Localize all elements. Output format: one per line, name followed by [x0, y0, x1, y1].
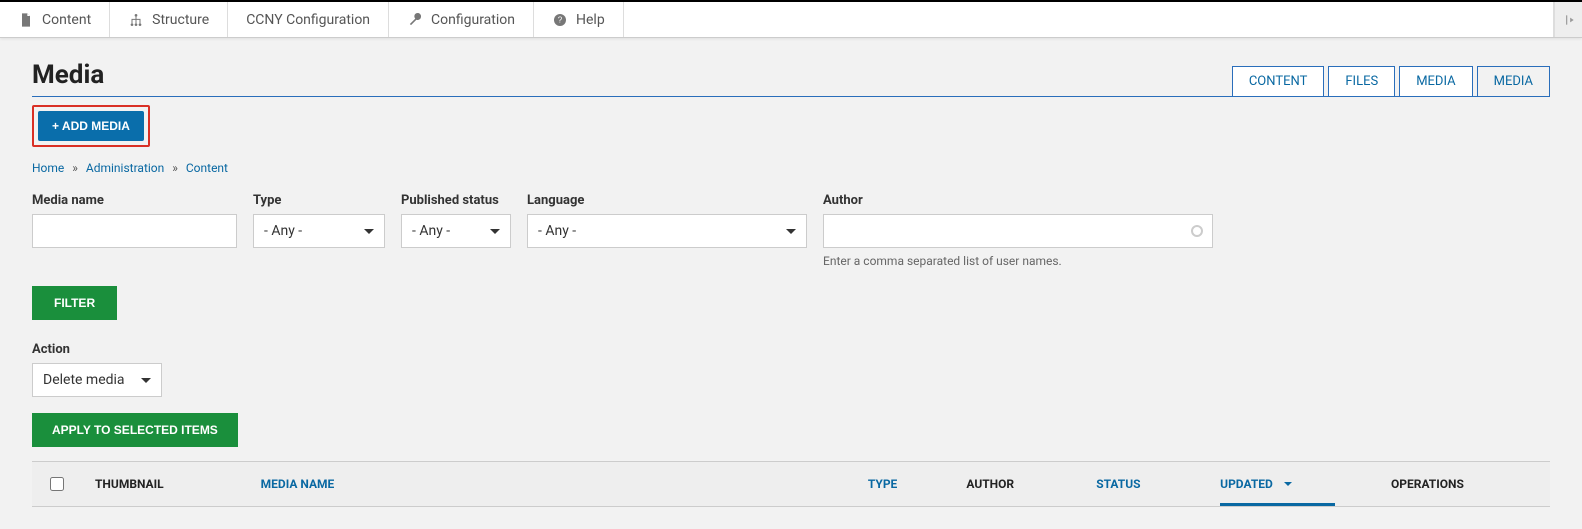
col-updated[interactable]: UPDATED	[1206, 462, 1377, 507]
tab-files[interactable]: FILES	[1328, 66, 1395, 97]
select-published[interactable]: - Any -	[401, 214, 511, 248]
select-type[interactable]: - Any -	[253, 214, 385, 248]
tab-media-active[interactable]: MEDIA	[1477, 66, 1550, 97]
input-author[interactable]	[823, 214, 1213, 248]
wrench-icon	[407, 12, 423, 28]
sort-desc-icon	[1284, 482, 1292, 490]
breadcrumb-home[interactable]: Home	[32, 161, 64, 175]
topnav-label: Structure	[152, 12, 209, 28]
col-media-name[interactable]: MEDIA NAME	[247, 462, 854, 507]
active-sort-underline	[1220, 503, 1335, 506]
label-author: Author	[823, 193, 1213, 208]
select-all-checkbox[interactable]	[50, 477, 64, 491]
field-language: Language - Any -	[527, 193, 807, 268]
field-published: Published status - Any -	[401, 193, 511, 268]
topnav-label: Help	[576, 12, 605, 28]
page-title: Media	[32, 60, 104, 90]
breadcrumb-admin[interactable]: Administration	[86, 161, 164, 175]
topnav-help[interactable]: ? Help	[534, 2, 624, 37]
filters: Media name Type - Any - Published status…	[32, 193, 1550, 268]
apply-selected-button[interactable]: APPLY TO SELECTED ITEMS	[32, 413, 238, 447]
tab-content[interactable]: CONTENT	[1232, 66, 1325, 97]
col-type[interactable]: TYPE	[854, 462, 953, 507]
field-author: Author Enter a comma separated list of u…	[823, 193, 1213, 268]
breadcrumb-content[interactable]: Content	[186, 161, 228, 175]
label-type: Type	[253, 193, 385, 208]
select-action-value: Delete media	[43, 372, 125, 388]
topnav-label: CCNY Configuration	[246, 12, 370, 28]
author-hint: Enter a comma separated list of user nam…	[823, 254, 1213, 268]
topnav-label: Configuration	[431, 12, 515, 28]
select-language[interactable]: - Any -	[527, 214, 807, 248]
select-published-value: - Any -	[412, 223, 450, 239]
col-status[interactable]: STATUS	[1082, 462, 1206, 507]
col-author: AUTHOR	[952, 462, 1082, 507]
topnav-content[interactable]: Content	[0, 2, 110, 37]
page-header: Media CONTENT FILES MEDIA MEDIA	[32, 60, 1550, 97]
field-type: Type - Any -	[253, 193, 385, 268]
label-action: Action	[32, 342, 1550, 357]
primary-tabs: CONTENT FILES MEDIA MEDIA	[1232, 66, 1550, 97]
select-action[interactable]: Delete media	[32, 363, 162, 397]
topnav-structure[interactable]: Structure	[110, 2, 228, 37]
breadcrumb-sep: »	[172, 161, 178, 175]
toolbar-collapse-button[interactable]	[1554, 2, 1582, 37]
label-published: Published status	[401, 193, 511, 208]
collapse-icon	[1562, 13, 1576, 27]
select-language-value: - Any -	[538, 223, 576, 239]
label-language: Language	[527, 193, 807, 208]
admin-toolbar: Content Structure CCNY Configuration Con…	[0, 0, 1582, 38]
breadcrumb: Home » Administration » Content	[32, 161, 1550, 175]
autocomplete-icon	[1191, 225, 1203, 237]
col-updated-label: UPDATED	[1220, 477, 1273, 491]
topnav-ccny-config[interactable]: CCNY Configuration	[228, 2, 389, 37]
svg-text:?: ?	[558, 15, 563, 24]
topnav-label: Content	[42, 12, 91, 28]
question-icon: ?	[552, 12, 568, 28]
topnav-configuration[interactable]: Configuration	[389, 2, 534, 37]
add-media-button[interactable]: + ADD MEDIA	[38, 111, 144, 141]
field-media-name: Media name	[32, 193, 237, 268]
add-media-highlight: + ADD MEDIA	[32, 105, 150, 147]
hierarchy-icon	[128, 12, 144, 28]
breadcrumb-sep: »	[72, 161, 78, 175]
col-operations: OPERATIONS	[1377, 462, 1550, 507]
col-thumbnail: THUMBNAIL	[81, 462, 247, 507]
media-table: THUMBNAIL MEDIA NAME TYPE AUTHOR STATUS …	[32, 461, 1550, 507]
filter-button[interactable]: FILTER	[32, 286, 117, 320]
topnav-spacer	[624, 2, 1554, 37]
select-type-value: - Any -	[264, 223, 302, 239]
file-icon	[18, 12, 34, 28]
label-media-name: Media name	[32, 193, 237, 208]
input-media-name[interactable]	[32, 214, 237, 248]
tab-media[interactable]: MEDIA	[1399, 66, 1472, 97]
